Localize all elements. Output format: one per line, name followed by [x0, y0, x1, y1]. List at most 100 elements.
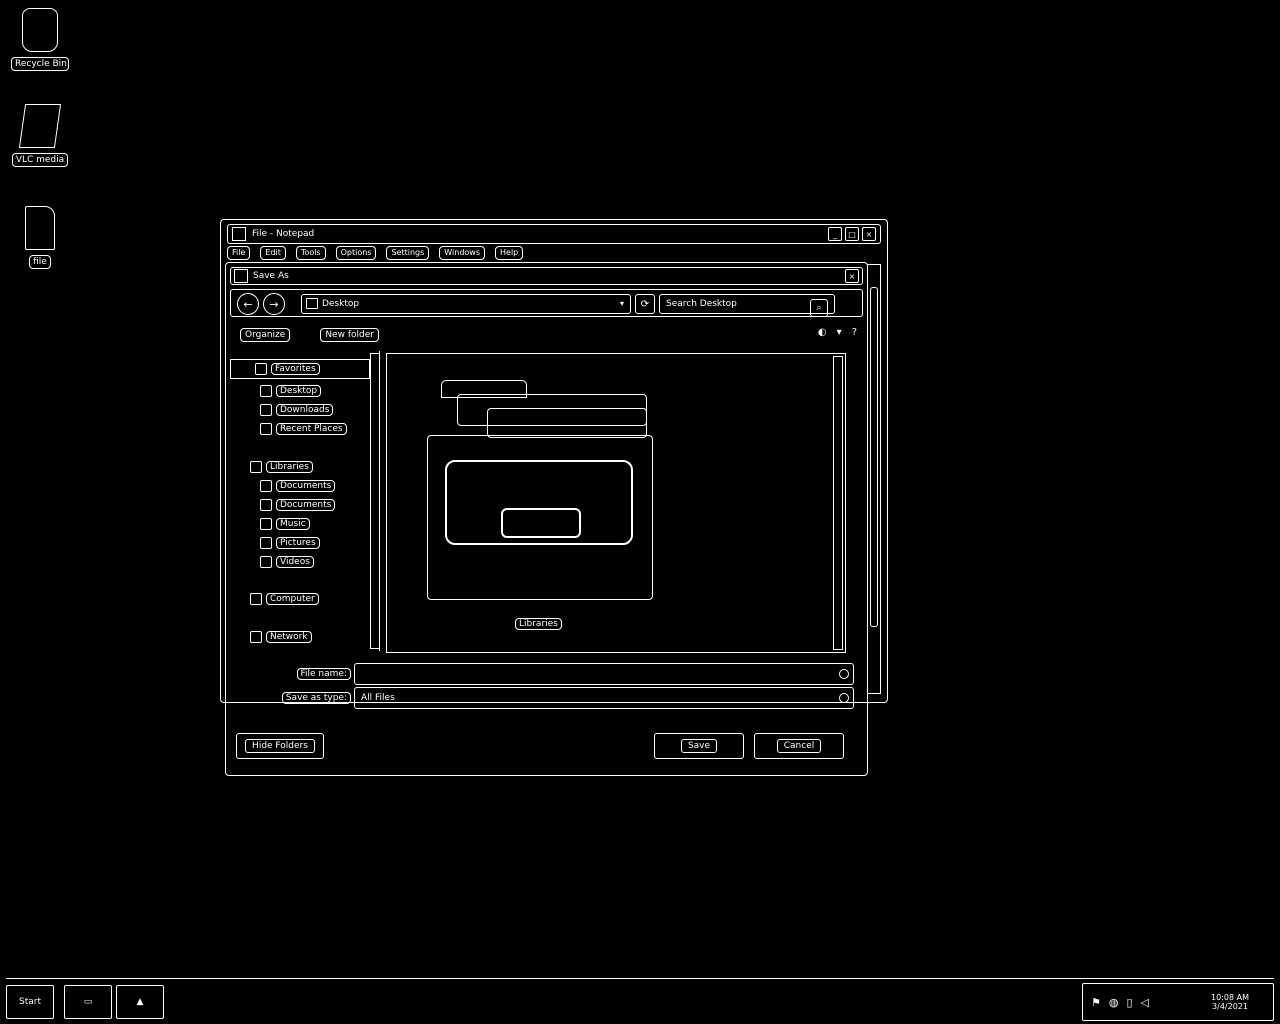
- address-toolbar: ← → Desktop ▾ ⟳ Search Desktop ⌕: [230, 289, 863, 317]
- save-type-value: All Files: [361, 693, 395, 703]
- save-button[interactable]: Save: [654, 733, 744, 759]
- chevron-down-icon[interactable]: ▾: [620, 299, 624, 308]
- vlc-icon: [18, 104, 62, 148]
- videos-icon: [260, 556, 272, 568]
- network-icon[interactable]: ◍: [1109, 996, 1119, 1009]
- navigation-pane: Favorites Desktop Downloads Recent Place…: [230, 351, 380, 651]
- chevron-down-icon[interactable]: [839, 693, 849, 703]
- nav-favorites[interactable]: Favorites: [230, 359, 370, 379]
- search-input[interactable]: Search Desktop ⌕: [659, 294, 835, 317]
- desktop-icon-vlc[interactable]: VLC media: [10, 104, 70, 171]
- clock-time: 10:08 AM: [1211, 993, 1249, 1002]
- network-icon: [250, 631, 262, 643]
- nav-lib-documents-2[interactable]: Documents: [260, 499, 336, 511]
- file-name-label: File name:: [296, 668, 351, 680]
- app-icon: [232, 227, 246, 241]
- dialog-title: Save As: [253, 271, 289, 281]
- nav-computer[interactable]: Computer: [250, 593, 319, 605]
- close-icon[interactable]: ×: [845, 269, 859, 283]
- save-label: Save: [680, 739, 718, 753]
- nav-downloads[interactable]: Downloads: [260, 404, 334, 416]
- pictures-icon: [260, 537, 272, 549]
- view-options-icon[interactable]: ◐: [818, 327, 827, 338]
- location-bar[interactable]: Desktop ▾: [301, 294, 631, 314]
- computer-icon: [250, 593, 262, 605]
- nav-network[interactable]: Network: [250, 631, 312, 643]
- nav-lib-music[interactable]: Music: [260, 518, 310, 530]
- dialog-title-bar[interactable]: Save As ×: [230, 267, 863, 285]
- file-name-row: File name:: [230, 663, 863, 685]
- close-icon[interactable]: ×: [862, 227, 876, 241]
- content-scrollbar[interactable]: [833, 356, 843, 650]
- file-icon: [25, 206, 55, 250]
- download-icon: [260, 404, 272, 416]
- command-bar: Organize New folder ◐ ▾ ?: [230, 321, 863, 349]
- clock[interactable]: 10:08 AM 3/4/2021: [1211, 993, 1249, 1011]
- library-icon: [250, 461, 262, 473]
- menu-options[interactable]: Options: [335, 246, 377, 260]
- menu-windows[interactable]: Windows: [439, 246, 486, 260]
- maximize-icon[interactable]: □: [845, 227, 859, 241]
- libraries-folder-icon[interactable]: [427, 380, 653, 600]
- navigation-scrollbar[interactable]: [370, 353, 380, 649]
- cancel-button[interactable]: Cancel: [754, 733, 844, 759]
- refresh-icon[interactable]: ⟳: [635, 294, 655, 314]
- scrollbar-thumb[interactable]: [870, 287, 878, 627]
- folder-slot: [501, 508, 581, 538]
- chevron-down-icon[interactable]: [839, 669, 849, 679]
- menu-settings[interactable]: Settings: [386, 246, 430, 260]
- vlc-icon: ▲: [136, 997, 144, 1007]
- nav-recent-places[interactable]: Recent Places: [260, 423, 347, 435]
- save-type-select[interactable]: All Files: [354, 687, 854, 709]
- chevron-down-icon[interactable]: ▾: [837, 327, 842, 338]
- cancel-label: Cancel: [776, 739, 822, 753]
- volume-icon[interactable]: ◁: [1141, 996, 1149, 1009]
- nav-lib-documents[interactable]: Documents: [260, 480, 336, 492]
- vertical-scrollbar[interactable]: [867, 264, 881, 694]
- nav-libraries[interactable]: Libraries: [250, 461, 313, 473]
- menu-help[interactable]: Help: [495, 246, 524, 260]
- desktop-icon: [260, 385, 272, 397]
- forward-arrow-icon[interactable]: →: [263, 293, 285, 315]
- organize-button[interactable]: Organize: [240, 328, 291, 342]
- battery-icon[interactable]: ▯: [1126, 996, 1132, 1009]
- menu-tools[interactable]: Tools: [295, 246, 326, 260]
- folder-icon: [306, 298, 318, 309]
- flag-icon[interactable]: ⚑: [1091, 996, 1101, 1009]
- hide-folders-button[interactable]: Hide Folders: [236, 733, 324, 759]
- save-type-row: Save as type: All Files: [230, 687, 863, 709]
- minimize-icon[interactable]: _: [828, 227, 842, 241]
- desktop-icon-label: VLC media: [11, 153, 69, 167]
- desktop-icon-label: Recycle Bin: [11, 57, 69, 71]
- music-icon: [260, 518, 272, 530]
- file-list-pane[interactable]: Libraries: [386, 353, 846, 653]
- nav-desktop[interactable]: Desktop: [260, 385, 322, 397]
- save-as-dialog: Save As × ← → Desktop ▾ ⟳ Search Desktop…: [225, 262, 868, 776]
- file-name-input[interactable]: [354, 663, 854, 685]
- search-icon[interactable]: ⌕: [810, 299, 828, 317]
- start-button[interactable]: Start: [6, 985, 54, 1019]
- search-placeholder: Search Desktop: [666, 299, 737, 309]
- new-folder-button[interactable]: New folder: [320, 328, 379, 342]
- taskbar-vlc[interactable]: ▲: [116, 985, 164, 1019]
- menu-file[interactable]: File: [227, 246, 251, 260]
- window-title-bar[interactable]: File - Notepad _ □ ×: [227, 224, 881, 244]
- save-type-label: Save as type:: [281, 692, 351, 704]
- recent-places-icon: [260, 423, 272, 435]
- taskbar-explorer[interactable]: ▭: [64, 985, 112, 1019]
- folder-label: Libraries: [515, 618, 562, 630]
- menu-edit[interactable]: Edit: [260, 246, 286, 260]
- back-arrow-icon[interactable]: ←: [237, 293, 259, 315]
- folder-icon: ▭: [83, 997, 93, 1007]
- taskbar: Start ▭ ▲ ⚑ ◍ ▯ ◁ 10:08 AM 3/4/2021: [6, 978, 1274, 1024]
- documents-icon: [260, 480, 272, 492]
- desktop-icon-file[interactable]: file: [10, 206, 70, 273]
- nav-lib-videos[interactable]: Videos: [260, 556, 314, 568]
- app-icon: [234, 269, 248, 283]
- location-text: Desktop: [322, 299, 360, 309]
- clock-date: 3/4/2021: [1212, 1002, 1248, 1011]
- start-label: Start: [19, 997, 41, 1007]
- desktop-icon-recycle-bin[interactable]: Recycle Bin: [10, 8, 70, 75]
- nav-lib-pictures[interactable]: Pictures: [260, 537, 320, 549]
- help-icon[interactable]: ?: [852, 327, 857, 338]
